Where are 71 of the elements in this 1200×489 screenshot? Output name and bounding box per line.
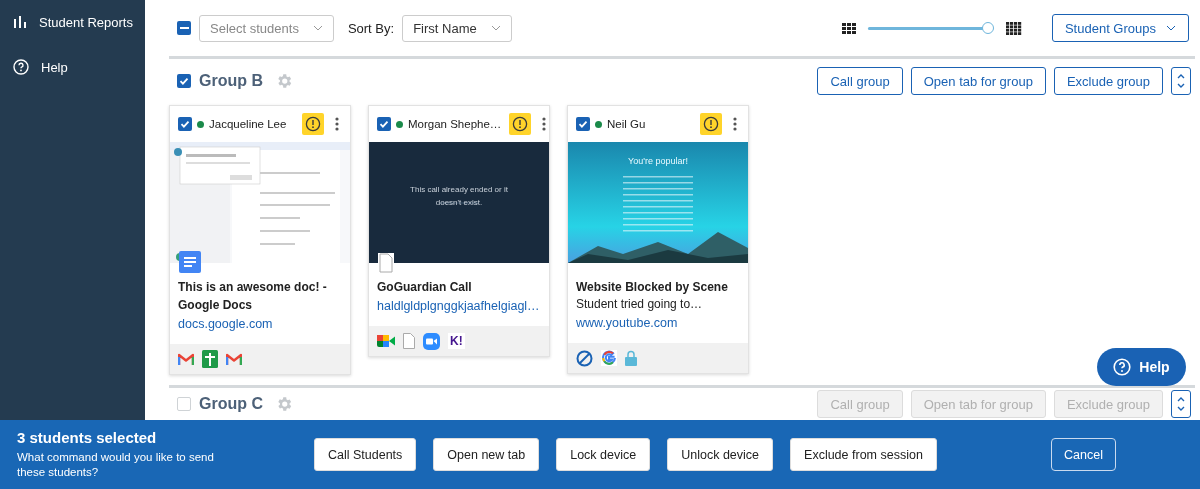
- sidebar-item[interactable]: Help: [0, 57, 145, 77]
- blocked-page-heading: You're popular!: [627, 156, 689, 166]
- document-icon: [179, 251, 201, 273]
- quiz-app-icon[interactable]: K!: [448, 333, 465, 349]
- alert-icon[interactable]: [302, 113, 324, 135]
- tab-title: Website Blocked by Scene: [576, 279, 729, 296]
- group-name: Group C: [199, 395, 263, 413]
- sort-label: Sort By:: [347, 20, 395, 36]
- bar-chart-icon: [13, 15, 27, 29]
- tab-url-link[interactable]: docs.google.com: [178, 314, 342, 334]
- more-options-icon[interactable]: [335, 117, 339, 131]
- tab-title: This is an awesome doc! - Google Docs: [178, 279, 328, 314]
- video-camera-icon[interactable]: [423, 332, 440, 350]
- chevron-down-icon: [312, 25, 323, 31]
- zoom-slider[interactable]: [867, 21, 994, 35]
- video-camera-icon[interactable]: [377, 334, 395, 348]
- alert-icon[interactable]: [509, 113, 532, 135]
- student-name: Jacqueline Lee: [209, 118, 287, 130]
- chevron-down-icon: [1166, 25, 1176, 31]
- student-checkbox[interactable]: [576, 117, 590, 131]
- chevron-down-icon: [490, 25, 501, 31]
- tab-url-link[interactable]: haldlgldplgnggkjaafhelgiagl…: [377, 296, 541, 316]
- more-options-icon[interactable]: [733, 117, 737, 131]
- group-action-button[interactable]: Exclude group: [1053, 67, 1163, 95]
- student-checkbox[interactable]: [178, 117, 192, 131]
- blocked-icon[interactable]: [576, 349, 593, 367]
- google-icon[interactable]: [601, 350, 617, 366]
- group-checkbox[interactable]: [177, 74, 191, 88]
- small-grid-icon: [841, 22, 856, 34]
- command-button[interactable]: Unlock device: [667, 438, 774, 471]
- student-card[interactable]: Neil Gu You're popular! Website Blocked by Scene Student tried going to… www.youtube.com: [567, 105, 749, 374]
- tab-subtitle: Student tried going to…: [576, 296, 704, 313]
- tab-title: GoGuardian Call: [377, 279, 473, 296]
- student-checkbox[interactable]: [377, 117, 391, 131]
- help-button[interactable]: Help: [1097, 348, 1186, 386]
- file-icon: [378, 253, 394, 273]
- group-action-button[interactable]: Open tab for group: [910, 67, 1046, 95]
- student-name: Neil Gu: [607, 118, 646, 130]
- select-students-dropdown[interactable]: Select students: [199, 14, 334, 42]
- reorder-button[interactable]: [1171, 390, 1191, 418]
- command-button[interactable]: Exclude from session: [790, 438, 937, 471]
- command-prompt: What command would you like to send these students?: [17, 450, 215, 480]
- call-message: This call already ended or it doesn't exist.: [409, 184, 509, 209]
- checkmark-icon: [378, 118, 390, 130]
- command-button[interactable]: Call Students: [314, 438, 417, 471]
- select-all-checkbox[interactable]: [177, 21, 191, 35]
- sort-dropdown[interactable]: First Name: [402, 14, 512, 42]
- reorder-button[interactable]: [1171, 67, 1191, 95]
- group-action-button[interactable]: Call group: [817, 67, 903, 95]
- cancel-button[interactable]: Cancel: [1051, 438, 1116, 471]
- more-options-icon[interactable]: [542, 117, 547, 131]
- checkmark-icon: [178, 75, 190, 87]
- alert-icon[interactable]: [700, 113, 722, 135]
- command-button[interactable]: Lock device: [556, 438, 651, 471]
- command-button[interactable]: Open new tab: [433, 438, 540, 471]
- mail-icon[interactable]: [178, 352, 194, 366]
- help-icon: [13, 59, 29, 75]
- checkmark-icon: [179, 118, 191, 130]
- sidebar-item[interactable]: Student Reports: [0, 12, 145, 32]
- large-grid-icon: [1005, 21, 1022, 35]
- help-icon: [1113, 358, 1132, 376]
- student-card[interactable]: Morgan Shephe… This call already ended or it doesn't exist. GoGuardian Call haldlgldplgnggkjaafhelgiagl… K!: [368, 105, 550, 357]
- mail-icon[interactable]: [226, 352, 242, 366]
- checkmark-icon: [577, 118, 589, 130]
- selection-count: 3 students selected: [17, 429, 158, 446]
- student-groups-dropdown[interactable]: Student Groups: [1051, 14, 1189, 42]
- tab-url-link[interactable]: www.youtube.com: [576, 313, 740, 333]
- group-name: Group B: [199, 72, 263, 90]
- student-name: Morgan Shephe…: [408, 118, 502, 130]
- spreadsheet-icon[interactable]: [202, 350, 218, 368]
- student-card[interactable]: Jacqueline Lee This is an awesome doc! - Google Docs docs.google.com: [169, 105, 351, 375]
